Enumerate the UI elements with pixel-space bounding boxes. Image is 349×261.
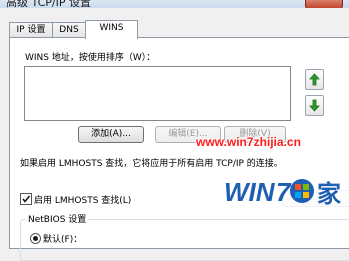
svg-text:7: 7	[276, 177, 292, 207]
netbios-default-radio[interactable]	[30, 233, 41, 244]
tab-wins[interactable]: WINS	[85, 20, 138, 39]
close-button[interactable]	[305, 0, 343, 8]
add-button[interactable]: 添加(A)...	[78, 126, 144, 143]
title-bar: 高级 TCP/IP 设置	[0, 0, 349, 8]
tab-dns[interactable]: DNS	[52, 22, 86, 38]
svg-text:家: 家	[317, 180, 341, 208]
enable-lmhosts-checkbox[interactable]	[20, 193, 32, 205]
netbios-default-label: 默认(F)：	[43, 235, 83, 245]
lmhosts-description: 如果启用 LMHOSTS 查找，它将应用于所有启用 TCP/IP 的连接。	[20, 159, 283, 169]
win7zhijia-logo: WIN 7 家	[218, 172, 349, 210]
window-title: 高级 TCP/IP 设置	[6, 0, 91, 8]
move-up-button[interactable]	[305, 69, 324, 90]
arrow-up-icon	[309, 73, 320, 86]
tab-ip-settings[interactable]: IP 设置	[9, 22, 53, 38]
win7zhijia-logo-graphic: WIN 7 家	[218, 172, 349, 210]
move-down-button[interactable]	[305, 95, 324, 116]
svg-text:WIN: WIN	[224, 177, 276, 207]
netbios-group-title: NetBIOS 设置	[26, 212, 89, 225]
wins-address-list[interactable]	[24, 66, 291, 121]
enable-lmhosts-label: 启用 LMHOSTS 查找(L)	[34, 196, 132, 206]
radio-selected-dot	[33, 236, 38, 241]
checkmark-icon	[22, 195, 31, 203]
arrow-down-icon	[309, 99, 320, 112]
wins-address-list-label: WINS 地址，按使用排序（W）：	[25, 53, 156, 63]
watermark-url: www.win7zhijia.cn	[196, 135, 301, 149]
